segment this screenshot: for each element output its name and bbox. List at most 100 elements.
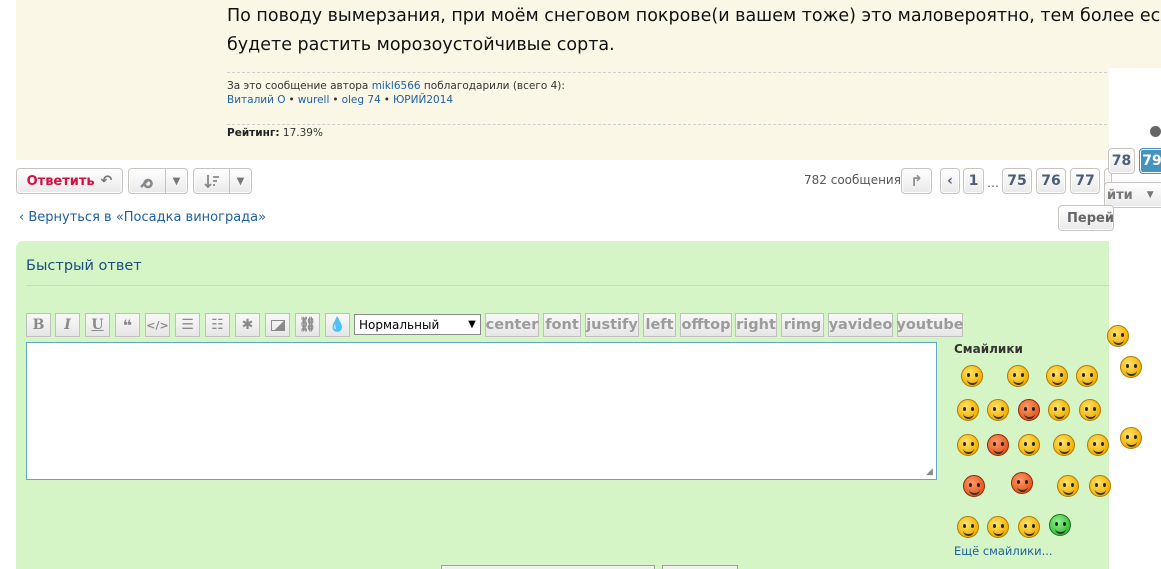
- bbcode-youtube-button[interactable]: youtube: [896, 313, 964, 337]
- prev-page-button[interactable]: ‹: [940, 168, 960, 194]
- smiley-icon[interactable]: [1076, 365, 1098, 387]
- smiley-sick-icon[interactable]: [1049, 514, 1071, 536]
- smiley-question-icon[interactable]: [1120, 427, 1142, 449]
- ordered-list-icon: ☷: [211, 317, 224, 333]
- quote-icon: ❝: [122, 315, 133, 335]
- jump-label: йти: [1107, 187, 1133, 203]
- divider: [227, 72, 1107, 73]
- ordered-list-button[interactable]: ☷: [205, 313, 230, 337]
- page-link[interactable]: 78: [1108, 148, 1135, 174]
- smiley-icon[interactable]: [987, 399, 1009, 421]
- bbcode-rimg-button[interactable]: rimg: [781, 313, 824, 337]
- list-icon: ☰: [181, 317, 194, 333]
- color-button[interactable]: 💧: [325, 313, 350, 337]
- reply-button[interactable]: Ответить ↶: [16, 168, 123, 194]
- post-content: По поводу вымерзания, при моём снеговом …: [227, 2, 1161, 60]
- jump-dropdown[interactable]: йти ▼: [1104, 182, 1161, 208]
- smiley-icon[interactable]: [1048, 399, 1070, 421]
- smilies-title: Смайлики: [954, 342, 1023, 356]
- share-arrow-icon: ↱: [910, 172, 923, 190]
- font-size-select[interactable]: Нормальный ▼: [354, 314, 481, 335]
- sort-dropdown[interactable]: ▼: [193, 168, 252, 194]
- page-link[interactable]: 1: [963, 168, 984, 194]
- thanked-user-link[interactable]: ЮРИЙ2014: [393, 94, 453, 106]
- bbcode-left-button[interactable]: left: [643, 313, 676, 337]
- message-textarea[interactable]: [26, 342, 937, 480]
- asterisk-icon: ✱: [241, 317, 254, 333]
- smiley-cool-icon[interactable]: [1120, 356, 1142, 378]
- reply-label: Ответить: [26, 173, 95, 189]
- italic-button[interactable]: I: [55, 313, 80, 337]
- pagination-ellipsis: …: [987, 176, 999, 190]
- rating-label: Рейтинг:: [227, 127, 280, 139]
- smiley-icon[interactable]: [1057, 475, 1079, 497]
- more-smilies-link[interactable]: Ещё смайлики...: [954, 544, 1053, 558]
- bbcode-offtop-button[interactable]: offtop: [680, 313, 732, 337]
- thanks-block: За это сообщение автора mikl6566 поблаго…: [227, 80, 565, 106]
- bold-button[interactable]: B: [26, 313, 51, 337]
- smiley-kiss-icon[interactable]: [1087, 434, 1109, 456]
- image-icon: [270, 319, 285, 331]
- chevron-down-icon: ▼: [229, 169, 251, 193]
- link-button[interactable]: ⛓: [295, 313, 320, 337]
- bbcode-yavideo-button[interactable]: yavideo: [828, 313, 893, 337]
- page-link[interactable]: 75: [1002, 168, 1032, 194]
- chevron-left-icon: ‹: [947, 173, 953, 189]
- quick-reply-title: Быстрый ответ: [26, 258, 142, 274]
- thanked-user-link[interactable]: oleg 74: [342, 94, 381, 106]
- image-button[interactable]: [265, 313, 290, 337]
- rating: Рейтинг: 17.39%: [227, 127, 323, 139]
- droplet-icon: 💧: [328, 317, 347, 333]
- bbcode-justify-button[interactable]: justify: [585, 313, 639, 337]
- page-link[interactable]: 76: [1036, 168, 1066, 194]
- smiley-mad-icon[interactable]: [963, 475, 985, 497]
- code-icon: </>: [146, 318, 169, 332]
- rating-value: 17.39%: [282, 127, 323, 139]
- smiley-icon[interactable]: [1079, 399, 1101, 421]
- chevron-down-icon: ▼: [1146, 190, 1154, 200]
- smiley-icon[interactable]: [957, 399, 979, 421]
- smiley-shout-icon[interactable]: [1018, 399, 1040, 421]
- scroll-top-icon[interactable]: [1150, 126, 1161, 137]
- quote-button[interactable]: ❝: [115, 313, 140, 337]
- bottom-button-edge[interactable]: [441, 565, 655, 569]
- list-button[interactable]: ☰: [175, 313, 200, 337]
- smiley-angry-icon[interactable]: [987, 434, 1009, 456]
- sort-icon: [194, 173, 229, 189]
- smiley-icon[interactable]: [1018, 516, 1040, 538]
- smiley-icon[interactable]: [961, 365, 983, 387]
- code-button[interactable]: </>: [145, 313, 170, 337]
- bbcode-center-button[interactable]: center: [485, 313, 539, 337]
- thanked-user-link[interactable]: wurell: [298, 94, 330, 106]
- divider: [227, 124, 1107, 125]
- smiley-icon[interactable]: [1018, 434, 1040, 456]
- smiley-devil-icon[interactable]: [1011, 472, 1033, 494]
- chevron-down-icon: ▼: [468, 319, 476, 330]
- wrench-icon: [129, 173, 165, 189]
- thanks-prefix: За это сообщение автора: [227, 80, 369, 92]
- bbcode-right-button[interactable]: right: [735, 313, 777, 337]
- list-item-button[interactable]: ✱: [235, 313, 260, 337]
- smiley-exclaim-icon[interactable]: [1089, 475, 1111, 497]
- back-to-forum-link[interactable]: ‹ Вернуться в «Посадка винограда»: [19, 210, 266, 225]
- smiley-icon[interactable]: [1007, 365, 1029, 387]
- smiley-icon[interactable]: [1053, 434, 1075, 456]
- underline-button[interactable]: U: [85, 313, 110, 337]
- smiley-icon[interactable]: [957, 434, 979, 456]
- font-size-value: Нормальный: [359, 317, 440, 332]
- link-icon: ⛓: [298, 317, 317, 333]
- jump-to-post-button[interactable]: ↱: [901, 168, 932, 194]
- chevron-down-icon: ▼: [165, 169, 187, 193]
- tools-dropdown[interactable]: ▼: [128, 168, 188, 194]
- thanks-author-link[interactable]: mikl6566: [372, 80, 421, 92]
- current-page[interactable]: 79: [1139, 148, 1161, 174]
- smiley-icon[interactable]: [1046, 365, 1068, 387]
- smiley-idea-icon[interactable]: [957, 516, 979, 538]
- smiley-arrow-icon[interactable]: [987, 516, 1009, 538]
- bbcode-font-button[interactable]: font: [543, 313, 581, 337]
- next-topic-button[interactable]: Перей: [1058, 205, 1114, 231]
- bottom-button-edge[interactable]: [662, 565, 738, 569]
- page-link[interactable]: 77: [1070, 168, 1100, 194]
- smiley-icon[interactable]: [1107, 325, 1129, 347]
- thanked-user-link[interactable]: Виталий О: [227, 94, 286, 106]
